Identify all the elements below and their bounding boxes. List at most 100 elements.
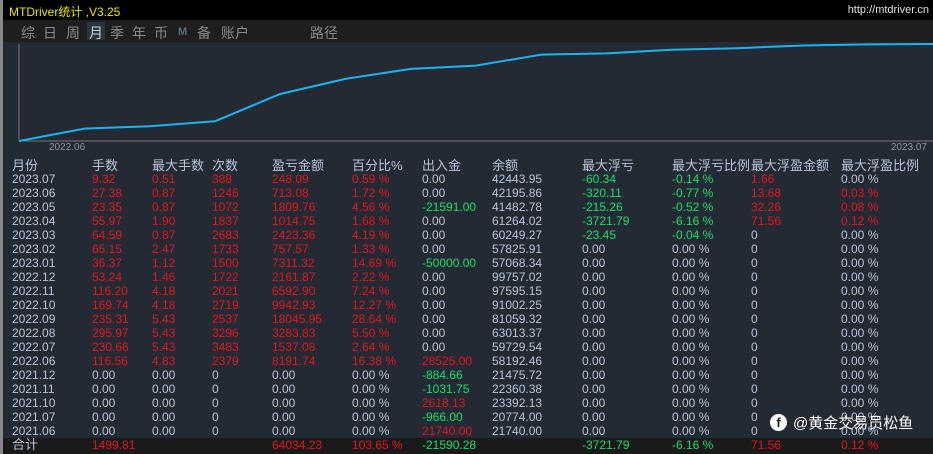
cell-percent: 5.50 % [352,326,390,340]
cell-max-drawdown-pct: 0.00 % [672,326,710,340]
cell-profit: 0.00 [272,410,296,424]
cell-lots: 1499.81 [92,438,136,452]
cell-percent: 0.00 % [352,382,390,396]
table-row: 2021.11 0.00 0.00 0 0.00 0.00 % -1031.75 22360.… [3,382,933,396]
cell-lots: 23.35 [92,200,123,214]
cell-month: 2022.12 [12,270,56,284]
cell-max-float-profit: 13.68 [751,186,782,200]
cell-max-drawdown: 0.00 [582,354,606,368]
tab-1[interactable]: 日 [41,22,59,41]
cell-max-float-profit-pct: 0.00 % [841,340,879,354]
cell-max-drawdown-pct: 0.00 % [672,368,710,382]
cell-balance: 21475.72 [492,368,543,382]
cell-max-float-profit: 32.26 [751,200,782,214]
header-max-drawdown-pct: 最大浮亏比例 [672,158,751,173]
cell-max-float-profit: 71.56 [751,438,782,452]
tab-10[interactable]: 路径 [308,22,340,41]
cell-month: 2023.04 [12,214,56,228]
table-header: 月份 手数 最大手数 次数 盈亏金额 百分比% 出入金 余额 最大浮亏 最大浮亏比例 最大浮盈金额最… [3,159,933,173]
cell-balance: 81059.32 [492,312,543,326]
cell-deposit: 0.00 [422,312,446,326]
cell-max-float-profit-pct: 0.00 % [841,172,879,186]
cell-profit: 3283.83 [272,326,316,340]
table-row: 2023.07 9.32 0.51 388 248.09 0.59 % 0.00 42443.… [3,172,933,186]
cell-balance: 23392.13 [492,396,543,410]
tab-3[interactable]: 月 [87,22,105,41]
cell-max-lots: 0.00 [152,368,176,382]
cell-max-drawdown: 0.00 [582,326,606,340]
cell-max-float-profit: 0 [751,368,758,382]
cell-trades: 0 [212,424,219,438]
tab-9[interactable]: 账户 [219,22,251,41]
cell-max-float-profit: 1.66 [751,172,775,186]
cell-trades: 2379 [212,354,239,368]
cell-lots: 53.24 [92,270,123,284]
header-max-float-profit-pct: 最大浮盈比例 [841,158,920,173]
cell-trades: 0 [212,410,219,424]
cell-balance: 61264.02 [492,214,543,228]
cell-deposit: 0.00 [422,214,446,228]
tab-4[interactable]: 季 [108,22,126,41]
watermark: f @黄金交易员松鱼 [770,412,913,433]
cell-max-lots: 4.18 [152,284,176,298]
header-trades: 次数 [212,158,239,173]
tab-6[interactable]: 币 [152,22,170,41]
cell-percent: 0.59 % [352,172,390,186]
header-lots: 手数 [92,158,119,173]
header-percent: 百分比% [352,158,403,173]
cell-max-lots: 5.43 [152,340,176,354]
cell-month: 2021.11 [12,382,55,396]
cell-max-drawdown-pct: 0.00 % [672,424,710,438]
cell-max-lots: 0.87 [152,200,176,214]
equity-line [18,43,933,142]
cell-trades: 3296 [212,326,239,340]
cell-balance: 20774.00 [492,410,543,424]
cell-balance: 21740.00 [492,424,543,438]
cell-lots: 0.00 [92,368,116,382]
cell-month: 2022.09 [12,312,56,326]
tab-0[interactable]: 综 [19,22,37,41]
cell-max-float-profit-pct: 0.03 % [841,186,879,200]
cell-percent: 2.64 % [352,340,390,354]
cell-month: 2022.07 [12,340,56,354]
cell-balance: 97595.15 [492,284,543,298]
header-month: 月份 [12,158,39,173]
cell-max-float-profit-pct: 0.00 % [841,228,879,242]
table-row: 2023.01 36.37 1.12 1500 7311.32 14.69 % -50000… [3,256,933,270]
cell-month: 2023.07 [12,172,56,186]
cell-deposit: 2618.13 [422,396,466,410]
cell-max-float-profit-pct: 0.00 % [841,354,879,368]
cell-profit: 1809.76 [272,200,316,214]
cell-max-drawdown-pct: 0.00 % [672,298,710,312]
website-link[interactable]: http://mtdriver.cn [848,4,929,16]
cell-max-drawdown: 0.00 [582,382,606,396]
cell-max-float-profit: 0 [751,354,758,368]
cell-lots: 9.32 [92,172,116,186]
cell-balance: 42443.95 [492,172,543,186]
tab-5[interactable]: 年 [130,22,148,41]
cell-max-float-profit: 0 [751,298,758,312]
cell-max-lots: 5.43 [152,326,176,340]
cell-profit: 2161.87 [272,270,316,284]
cell-trades: 1072 [212,200,239,214]
cell-month: 2023.06 [12,186,56,200]
tab-2[interactable]: 周 [64,22,82,41]
cell-max-float-profit: 0 [751,326,758,340]
cell-percent: 4.19 % [352,228,390,242]
table-row: 2023.02 65.15 2.47 1733 757.57 1.33 % 0.00 5782… [3,242,933,256]
cell-max-drawdown-pct: -0.77 % [672,186,714,200]
cell-max-float-profit-pct: 0.00 % [841,298,879,312]
cell-trades: 2683 [212,228,239,242]
tab-8[interactable]: 备 [195,22,213,41]
watermark-text: @黄金交易员松鱼 [793,415,914,432]
cell-deposit: 28525.00 [422,354,473,368]
cell-profit: 0.00 [272,396,296,410]
cell-month: 2021.10 [12,396,56,410]
cell-lots: 230.66 [92,340,129,354]
cell-max-float-profit: 0 [751,424,758,438]
cell-max-drawdown-pct: 0.00 % [672,270,710,284]
tab-7[interactable]: M [176,25,189,43]
cell-max-drawdown: 0.00 [582,410,606,424]
cell-max-float-profit-pct: 0.08 % [841,200,879,214]
cell-max-drawdown-pct: 0.00 % [672,354,710,368]
